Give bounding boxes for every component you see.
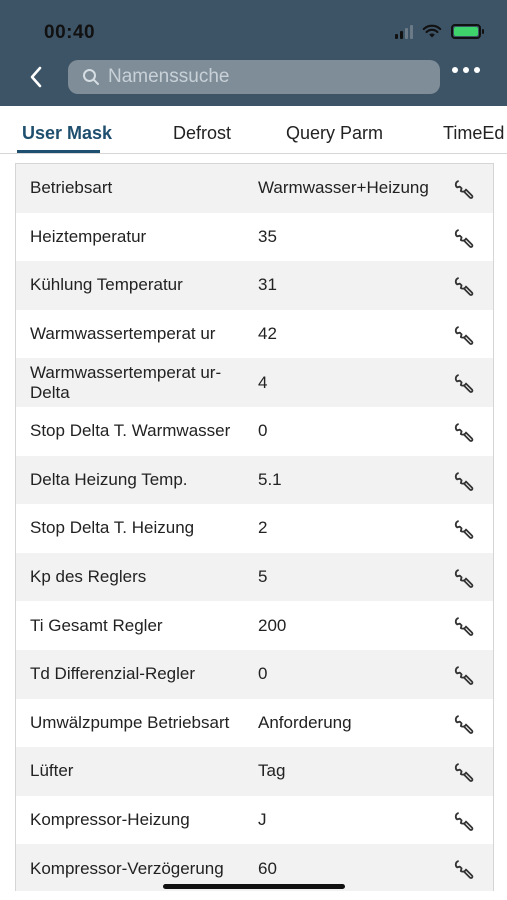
parameter-label: Kompressor-Verzögerung [30, 858, 224, 878]
search-icon [83, 69, 99, 85]
tab-time-edit[interactable]: TimeEd [443, 123, 504, 144]
wrench-icon[interactable] [453, 275, 475, 297]
parameter-row[interactable]: Heiztemperatur 35 [16, 213, 493, 262]
wrench-icon[interactable] [453, 227, 475, 249]
battery-icon [451, 24, 484, 39]
parameter-label: Lüfter [30, 761, 74, 781]
parameter-table: Betriebsart Warmwasser+Heizung Heiztempera… [15, 163, 494, 891]
parameter-value: 4 [258, 372, 268, 392]
parameter-label: Warmwassertemperat ur [30, 324, 216, 344]
status-time: 00:40 [44, 22, 96, 43]
tab-query-parm[interactable]: Query Parm [286, 123, 383, 144]
parameter-row[interactable]: Stop Delta T. Warmwasser 0 [16, 407, 493, 456]
parameter-value: 31 [258, 275, 277, 295]
parameter-label: Heiztemperatur [30, 226, 147, 246]
parameter-row[interactable]: Warmwassertemperat ur-Delta 4 [16, 358, 493, 407]
parameter-value: 5 [258, 567, 268, 587]
parameter-label: Warmwassertemperat ur-Delta [30, 362, 222, 402]
parameter-value: 5.1 [258, 469, 282, 489]
parameter-row[interactable]: Delta Heizung Temp. 5.1 [16, 455, 493, 505]
wrench-icon[interactable] [453, 810, 475, 832]
back-button[interactable] [22, 62, 50, 92]
more-options-button[interactable] [452, 67, 480, 73]
parameter-row[interactable]: Kp des Reglers 5 [16, 552, 493, 602]
tab-bar: User Mask Defrost Query Parm TimeEd [0, 106, 507, 154]
more-dot [463, 67, 469, 73]
parameter-value: 0 [258, 664, 268, 684]
parameter-value: J [258, 810, 267, 830]
home-indicator [163, 884, 345, 889]
parameter-value: 2 [258, 518, 268, 538]
wrench-icon[interactable] [453, 858, 475, 880]
status-icons [395, 24, 484, 39]
more-dot [474, 67, 480, 73]
parameter-row[interactable]: Kühlung Temperatur 31 [16, 261, 493, 310]
wrench-icon[interactable] [453, 324, 475, 346]
parameter-label: Stop Delta T. Warmwasser [30, 421, 231, 441]
parameter-value: Tag [258, 761, 286, 781]
wrench-icon[interactable] [453, 761, 475, 783]
cellular-signal-icon [395, 24, 413, 39]
active-tab-indicator [17, 150, 100, 153]
parameter-label: Delta Heizung Temp. [30, 469, 188, 489]
parameter-row[interactable]: Ti Gesamt Regler 200 [16, 601, 493, 650]
wrench-icon[interactable] [453, 421, 475, 443]
parameter-value: Anforderung [258, 712, 352, 732]
parameter-row[interactable]: Betriebsart Warmwasser+Heizung [16, 164, 493, 213]
parameter-label: Kompressor-Heizung [30, 810, 190, 830]
parameter-value: 35 [258, 226, 277, 246]
parameter-label: Kp des Reglers [30, 567, 147, 587]
wrench-icon[interactable] [453, 372, 475, 394]
more-horizontal-icon [452, 67, 458, 73]
parameter-value: 0 [258, 421, 268, 441]
wrench-icon[interactable] [453, 713, 475, 735]
parameter-value: 60 [258, 858, 277, 878]
app-header: 00:40 [0, 0, 507, 106]
parameter-row[interactable]: Umwälzpumpe Betriebsart Anforderung [16, 699, 493, 748]
parameter-row[interactable]: Warmwassertemperat ur 42 [16, 310, 493, 359]
chevron-left-icon [30, 66, 42, 88]
wrench-icon[interactable] [453, 178, 475, 200]
wrench-icon[interactable] [453, 518, 475, 540]
parameter-value: Warmwasser+Heizung [258, 178, 429, 198]
parameter-label: Umwälzpumpe Betriebsart [30, 712, 230, 732]
parameter-label: Betriebsart [30, 178, 113, 198]
tab-user-mask[interactable]: User Mask [22, 123, 112, 144]
search-field[interactable] [68, 60, 440, 94]
parameter-value: 42 [258, 324, 277, 344]
wifi-icon [422, 24, 442, 38]
parameter-row[interactable]: Lüfter Tag [16, 747, 493, 796]
parameter-value: 200 [258, 615, 287, 635]
parameter-label: Ti Gesamt Regler [30, 615, 163, 635]
parameter-row[interactable]: Td Differenzial-Regler 0 [16, 649, 493, 699]
parameter-row[interactable]: Stop Delta T. Heizung 2 [16, 504, 493, 553]
wrench-icon[interactable] [453, 567, 475, 589]
parameter-label: Td Differenzial-Regler [30, 664, 196, 684]
wrench-icon[interactable] [453, 470, 475, 492]
parameter-row[interactable]: Kompressor-Heizung J [16, 796, 493, 845]
tab-defrost[interactable]: Defrost [173, 123, 231, 144]
parameter-label: Stop Delta T. Heizung [30, 518, 195, 538]
search-input[interactable] [108, 66, 408, 88]
wrench-icon[interactable] [453, 615, 475, 637]
wrench-icon[interactable] [453, 664, 475, 686]
parameter-label: Kühlung Temperatur [30, 275, 183, 295]
